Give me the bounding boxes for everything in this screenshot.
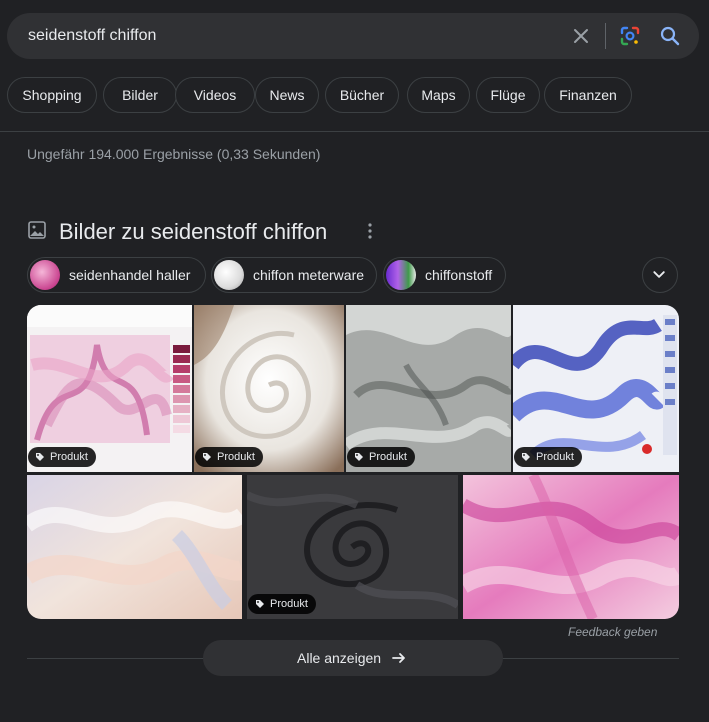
product-badge: Produkt — [195, 447, 263, 467]
tab-buecher[interactable]: Bücher — [325, 77, 399, 113]
show-all-button[interactable]: Alle anzeigen — [203, 640, 503, 676]
product-badge: Produkt — [347, 447, 415, 467]
show-all-label: Alle anzeigen — [297, 650, 382, 666]
refinement-label: chiffonstoff — [425, 267, 493, 283]
product-badge: Produkt — [248, 594, 316, 614]
tab-news[interactable]: News — [255, 77, 319, 113]
expand-refinements-button[interactable] — [642, 257, 678, 293]
image-result-black-chiffon[interactable]: Produkt — [247, 475, 458, 619]
tab-maps[interactable]: Maps — [407, 77, 470, 113]
image-result-grey-chiffon[interactable]: Produkt — [346, 305, 511, 472]
tab-bilder[interactable]: Bilder — [103, 77, 177, 113]
image-result-blue-chiffon[interactable]: Produkt — [513, 305, 679, 472]
tab-fluege[interactable]: Flüge — [476, 77, 540, 113]
images-section-title: Bilder zu seidenstoff chiffon — [59, 219, 328, 244]
product-badge-label: Produkt — [369, 451, 407, 463]
refinement-thumbnail — [386, 260, 416, 290]
google-lens-icon[interactable] — [618, 24, 642, 48]
search-icon[interactable] — [658, 24, 682, 48]
refinement-label: seidenhandel haller — [69, 267, 191, 283]
product-badge: Produkt — [28, 447, 96, 467]
image-icon — [28, 221, 46, 239]
tab-shopping[interactable]: Shopping — [7, 77, 97, 113]
tag-icon — [522, 453, 530, 461]
close-icon[interactable] — [569, 24, 593, 48]
tag-icon — [36, 453, 44, 461]
refinement-chip-chiffonstoff[interactable]: chiffonstoff — [383, 257, 506, 293]
product-badge-label: Produkt — [270, 598, 308, 610]
more-options-icon[interactable] — [360, 221, 380, 241]
image-result-pastel-chiffon[interactable] — [27, 475, 242, 619]
image-result-pink-chiffon-swatches[interactable]: Produkt — [27, 305, 192, 472]
header-divider — [0, 131, 709, 132]
refinement-thumbnail — [30, 260, 60, 290]
search-bar-divider — [605, 23, 606, 49]
search-input[interactable]: seidenstoff chiffon — [28, 27, 156, 45]
refinement-chip-seidenhandel-haller[interactable]: seidenhandel haller — [27, 257, 206, 293]
image-grid: Produkt Produkt Produkt Produkt Produkt — [27, 305, 679, 619]
tag-icon — [256, 600, 264, 608]
chevron-down-icon — [653, 271, 665, 278]
image-result-pink-chiffon[interactable] — [463, 475, 679, 619]
search-bar[interactable]: seidenstoff chiffon — [7, 13, 699, 59]
product-badge: Produkt — [514, 447, 582, 467]
feedback-link[interactable]: Feedback geben — [568, 625, 657, 639]
product-badge-label: Produkt — [536, 451, 574, 463]
tag-icon — [203, 453, 211, 461]
refinement-thumbnail — [214, 260, 244, 290]
image-thumbnail — [463, 475, 679, 619]
tag-icon — [355, 453, 363, 461]
product-badge-label: Produkt — [50, 451, 88, 463]
refinement-label: chiffon meterware — [253, 267, 365, 283]
image-result-white-chiffon-swirl[interactable]: Produkt — [194, 305, 344, 472]
refinement-chip-chiffon-meterware[interactable]: chiffon meterware — [211, 257, 377, 293]
tab-finanzen[interactable]: Finanzen — [544, 77, 632, 113]
result-stats: Ungefähr 194.000 Ergebnisse (0,33 Sekund… — [27, 146, 321, 162]
arrow-right-icon — [392, 653, 405, 663]
image-thumbnail — [27, 475, 242, 619]
tab-videos[interactable]: Videos — [175, 77, 255, 113]
product-badge-label: Produkt — [217, 451, 255, 463]
